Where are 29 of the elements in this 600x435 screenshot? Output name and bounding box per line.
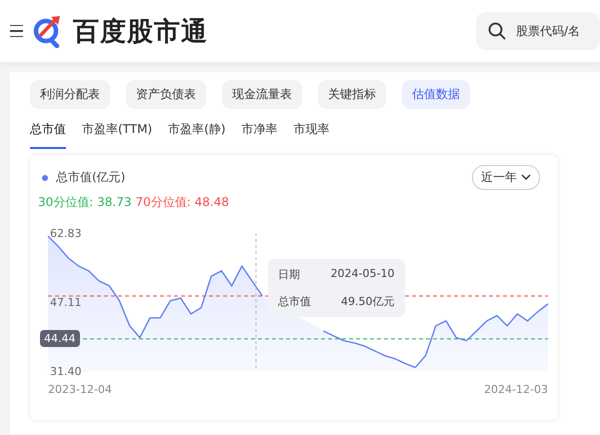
y-tick-label: 62.83	[50, 227, 82, 240]
range-dropdown[interactable]: 近一年	[472, 165, 540, 190]
metric-tab[interactable]: 市现率	[294, 117, 330, 149]
tooltip-label: 日期	[278, 267, 300, 282]
report-tab[interactable]: 关键指标	[318, 80, 386, 109]
x-tick-label: 2023-12-04	[48, 383, 112, 396]
quantile-value: 70分位值: 48.48	[135, 194, 229, 211]
search-field[interactable]: 股票代码/名	[476, 12, 600, 50]
app-title: 百度股市通	[73, 16, 208, 48]
y-tick-label: 31.40	[50, 365, 82, 378]
metric-tab[interactable]: 总市值	[30, 117, 66, 149]
report-tab[interactable]: 现金流量表	[222, 80, 302, 109]
report-tab[interactable]: 估值数据	[402, 80, 470, 109]
cursor-value-tag: 44.44	[40, 330, 80, 347]
search-icon	[488, 22, 506, 40]
x-tick-label: 2024-12-03	[484, 383, 548, 396]
y-tick-label: 47.11	[50, 296, 82, 310]
tooltip-label: 总市值	[278, 294, 311, 309]
quantile-value: 30分位值: 38.73	[38, 194, 132, 211]
metric-tab[interactable]: 市净率	[242, 117, 278, 149]
tooltip-value: 49.50亿元	[341, 294, 394, 309]
tooltip-value: 2024-05-10	[330, 267, 394, 282]
legend-label: 总市值(亿元)	[56, 169, 126, 186]
menu-icon[interactable]	[10, 24, 23, 38]
report-tab[interactable]: 资产负债表	[126, 80, 206, 109]
metric-tab[interactable]: 市盈率(静)	[168, 117, 226, 149]
chevron-icon	[521, 174, 531, 181]
metric-tab[interactable]: 市盈率(TTM)	[82, 117, 152, 149]
report-tab[interactable]: 利润分配表	[30, 80, 110, 109]
